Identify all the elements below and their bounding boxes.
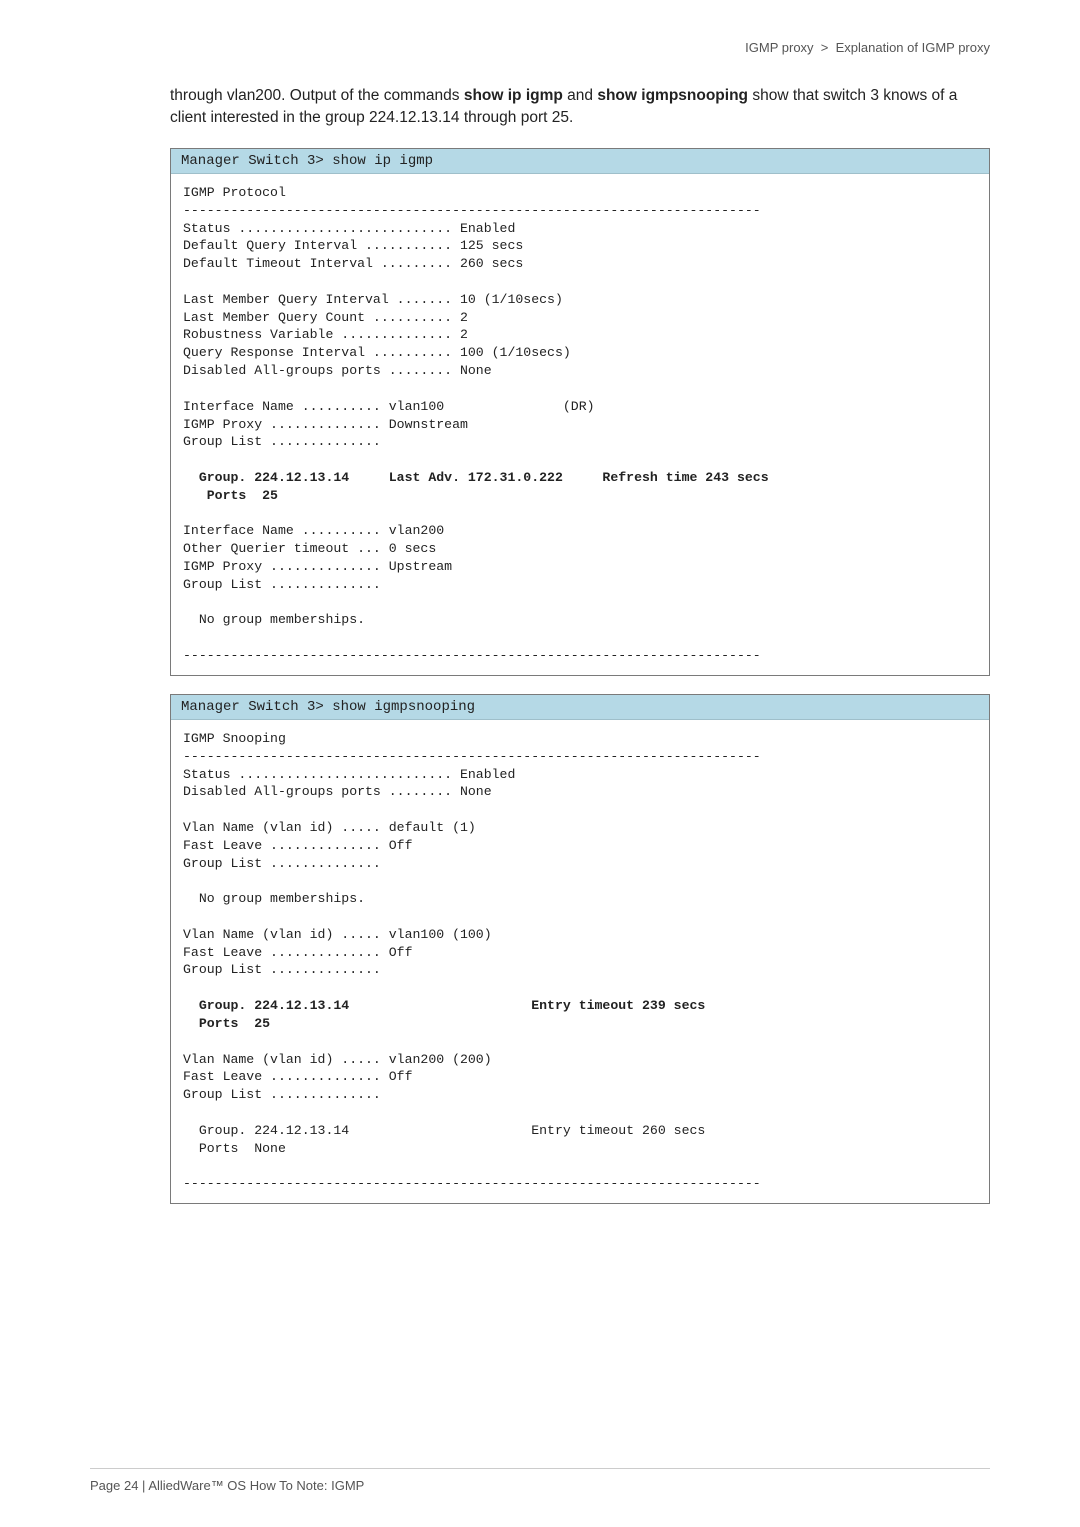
breadcrumb-right: Explanation of IGMP proxy xyxy=(836,40,990,55)
terminal-body-snooping: IGMP Snooping --------------------------… xyxy=(171,720,989,1203)
snoop-body-bottom: Vlan Name (vlan id) ..... vlan200 (200) … xyxy=(183,1052,761,1192)
terminal-body-igmp: IGMP Protocol --------------------------… xyxy=(171,174,989,675)
terminal-bar-igmp: Manager Switch 3> show ip igmp xyxy=(171,149,989,174)
breadcrumb-left: IGMP proxy xyxy=(745,40,813,55)
igmp-bold-group: Group. 224.12.13.14 Last Adv. 172.31.0.2… xyxy=(183,470,769,485)
page-container: IGMP proxy > Explanation of IGMP proxy t… xyxy=(0,0,1080,1527)
terminal-box-igmp: Manager Switch 3> show ip igmp IGMP Prot… xyxy=(170,148,990,676)
footer-text: Page 24 | AlliedWare™ OS How To Note: IG… xyxy=(90,1478,364,1493)
intro-paragraph: through vlan200. Output of the commands … xyxy=(170,85,990,130)
intro-text-before: through vlan200. Output of the commands xyxy=(170,87,464,104)
footer-rule xyxy=(90,1468,990,1469)
intro-mid: and xyxy=(563,87,597,104)
terminal-box-snooping: Manager Switch 3> show igmpsnooping IGMP… xyxy=(170,694,990,1204)
snoop-bold-group: Group. 224.12.13.14 Entry timeout 239 se… xyxy=(183,998,705,1013)
igmp-body-top: IGMP Protocol --------------------------… xyxy=(183,185,761,449)
terminal-bar-snooping: Manager Switch 3> show igmpsnooping xyxy=(171,695,989,720)
snoop-body-top: IGMP Snooping --------------------------… xyxy=(183,731,761,978)
igmp-bold-ports: Ports 25 xyxy=(183,488,278,503)
intro-cmd2: show igmpsnooping xyxy=(597,87,748,104)
header-breadcrumb: IGMP proxy > Explanation of IGMP proxy xyxy=(170,40,990,55)
intro-cmd1: show ip igmp xyxy=(464,87,563,104)
igmp-body-bottom: Interface Name .......... vlan200 Other … xyxy=(183,523,761,663)
snoop-bold-ports: Ports 25 xyxy=(183,1016,270,1031)
